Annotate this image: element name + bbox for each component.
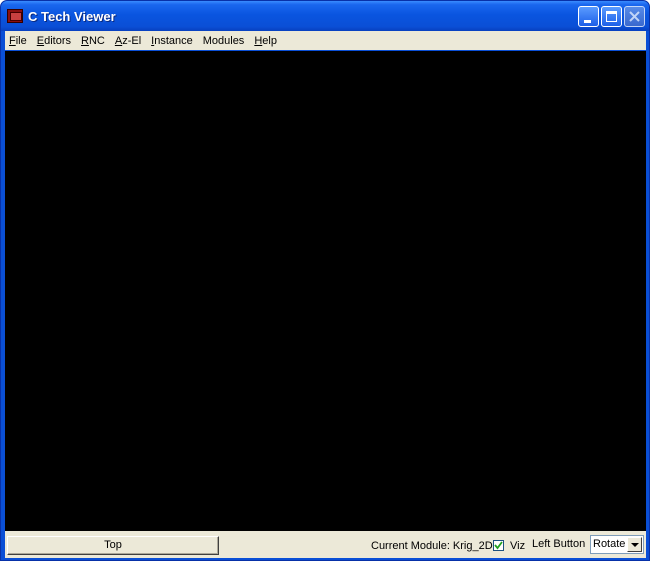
render-viewport[interactable]	[5, 51, 646, 531]
checkmark-icon	[494, 541, 503, 550]
chevron-down-icon[interactable]	[627, 537, 642, 552]
menu-file-accel: F	[9, 34, 16, 47]
maximize-button[interactable]	[601, 6, 622, 27]
current-module-label: Current Module: Krig_2D	[371, 540, 493, 552]
menu-az-el[interactable]: Az-El	[110, 35, 146, 47]
menu-bar: File Editors RNC Az-El Instance Modules …	[5, 31, 646, 50]
left-button-label: Left Button	[532, 538, 586, 550]
app-window: C Tech Viewer File Editors RNC Az-El Ins…	[0, 0, 650, 561]
window-title: C Tech Viewer	[28, 9, 116, 24]
menu-editors-label: ditors	[44, 34, 71, 47]
viz-checkbox[interactable]	[493, 540, 504, 551]
menu-rnc-label: NC	[88, 34, 105, 47]
title-bar[interactable]: C Tech Viewer	[1, 1, 649, 31]
menu-editors-accel: E	[36, 34, 45, 47]
view-top-button[interactable]: Top	[7, 536, 219, 555]
menu-instance[interactable]: Instance	[146, 35, 198, 47]
menu-help-label: elp	[262, 34, 277, 47]
menu-file-label: ile	[15, 34, 27, 47]
menu-file[interactable]: File	[5, 35, 32, 47]
app-icon[interactable]	[7, 9, 23, 23]
minimize-icon	[584, 20, 591, 23]
menu-modules-label: Modules	[202, 34, 245, 47]
left-button-select[interactable]: Rotate	[590, 535, 644, 554]
viz-label: Viz	[510, 540, 526, 552]
menu-modules[interactable]: Modules	[198, 35, 250, 47]
menu-rnc-accel: R	[81, 34, 89, 47]
menu-instance-label: nstance	[154, 34, 193, 47]
menu-az-el-label: z-El	[122, 34, 142, 47]
maximize-icon	[606, 11, 617, 22]
minimize-button[interactable]	[578, 6, 599, 27]
left-button-value: Rotate	[593, 538, 626, 550]
menu-editors[interactable]: Editors	[32, 35, 76, 47]
status-bar: Top Current Module: Krig_2D Viz Left But…	[5, 531, 646, 558]
menu-rnc[interactable]: RNC	[76, 35, 110, 47]
close-icon	[629, 11, 640, 22]
close-button[interactable]	[624, 6, 645, 27]
menu-help[interactable]: Help	[249, 35, 282, 47]
